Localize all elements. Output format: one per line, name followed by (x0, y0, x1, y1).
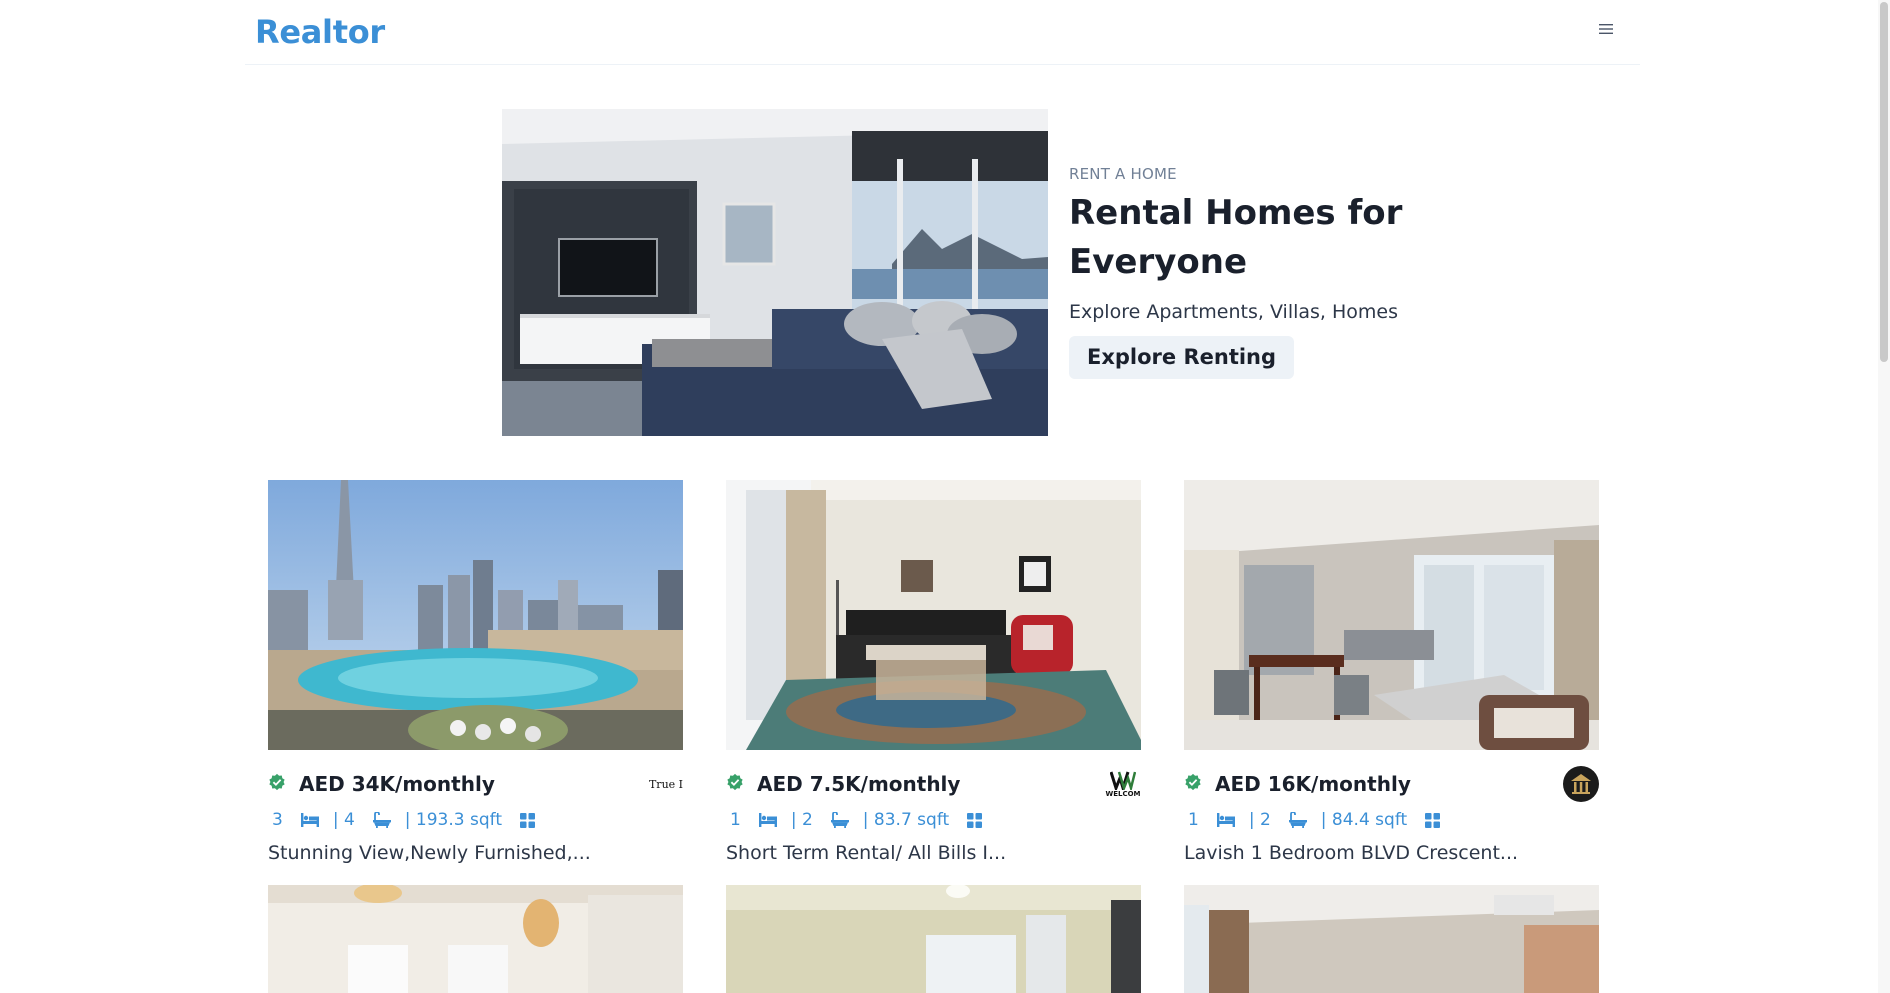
bed-icon (758, 813, 777, 827)
listing-title[interactable]: Lavish 1 Bedroom BLVD Crescent... (1184, 842, 1599, 864)
rooms-count: 1 (730, 810, 741, 830)
listing-image[interactable] (268, 480, 683, 750)
listing-header: AED 34K/monthly True I (268, 768, 683, 802)
listing-price: AED 7.5K/monthly (757, 772, 961, 796)
area-size: | 83.7 sqft (862, 810, 950, 830)
grid-icon (967, 812, 983, 828)
grid-icon (1425, 812, 1441, 828)
area-size: | 193.3 sqft (404, 810, 502, 830)
rooms-count: 1 (1188, 810, 1199, 830)
listing-image[interactable] (726, 480, 1141, 750)
hero-title-line2: Everyone (1069, 242, 1248, 282)
listing-specs: 3 | 4 | 193.3 sqft (268, 807, 683, 833)
listing-title[interactable]: Stunning View,Newly Furnished,... (268, 842, 683, 864)
listing-image[interactable] (726, 885, 1141, 993)
listing-price: AED 34K/monthly (299, 772, 495, 796)
hero-image (502, 109, 1048, 436)
bath-icon (372, 812, 391, 828)
brand-logo[interactable]: Realtor (255, 13, 385, 51)
listing-image[interactable] (1184, 480, 1599, 750)
rooms-count: 3 (272, 810, 283, 830)
listing-image[interactable] (268, 885, 683, 993)
listing-image[interactable] (1184, 885, 1599, 993)
agency-logo (1563, 766, 1599, 802)
baths-count: | 2 (790, 810, 813, 830)
listing-title[interactable]: Short Term Rental/ All Bills I... (726, 842, 1141, 864)
area-size: | 84.4 sqft (1320, 810, 1408, 830)
building-logo-icon (1571, 774, 1591, 794)
verified-badge-icon (727, 773, 743, 791)
listing-specs: 1 | 2 | 84.4 sqft (1184, 807, 1599, 833)
baths-count: | 2 (1248, 810, 1271, 830)
bath-icon (830, 812, 849, 828)
grid-icon (519, 812, 535, 828)
listing-price: AED 16K/monthly (1215, 772, 1411, 796)
hero-subtitle: Explore Apartments, Villas, Homes (1069, 301, 1399, 323)
agency-logo: True I (648, 777, 683, 791)
navbar: Realtor (245, 0, 1640, 65)
listing-specs: 1 | 2 | 83.7 sqft (726, 807, 1141, 833)
w-logo-icon (1110, 771, 1136, 790)
bed-icon (300, 813, 319, 827)
listing-card[interactable]: AED 16K/monthly 1 | 2 | 84.4 sqft Lavish… (1184, 480, 1599, 864)
listing-card[interactable]: AED 7.5K/monthly WELCOM 1 | 2 | 83.7 sqf… (726, 480, 1141, 864)
verified-badge-icon (1185, 773, 1201, 791)
hero-text-block: RENT A HOME Rental Homes for Everyone Ex… (1069, 160, 1489, 379)
hero-title-line1: Rental Homes for (1069, 193, 1403, 233)
scrollbar-thumb[interactable] (1880, 2, 1888, 362)
listing-header: AED 7.5K/monthly WELCOM (726, 768, 1141, 802)
scrollbar[interactable] (1878, 0, 1890, 993)
hero-title: Rental Homes for Everyone (1069, 189, 1489, 287)
listing-card[interactable]: AED 34K/monthly True I 3 | 4 | 193.3 sqf… (268, 480, 683, 864)
verified-badge-icon (269, 773, 285, 791)
listing-header: AED 16K/monthly (1184, 766, 1599, 802)
hero-eyebrow: RENT A HOME (1069, 165, 1177, 183)
hamburger-menu-icon[interactable] (1594, 17, 1618, 41)
explore-renting-button[interactable]: Explore Renting (1069, 336, 1295, 379)
baths-count: | 4 (332, 810, 355, 830)
agency-logo: WELCOM (1105, 766, 1141, 802)
bed-icon (1216, 813, 1235, 827)
bath-icon (1288, 812, 1307, 828)
